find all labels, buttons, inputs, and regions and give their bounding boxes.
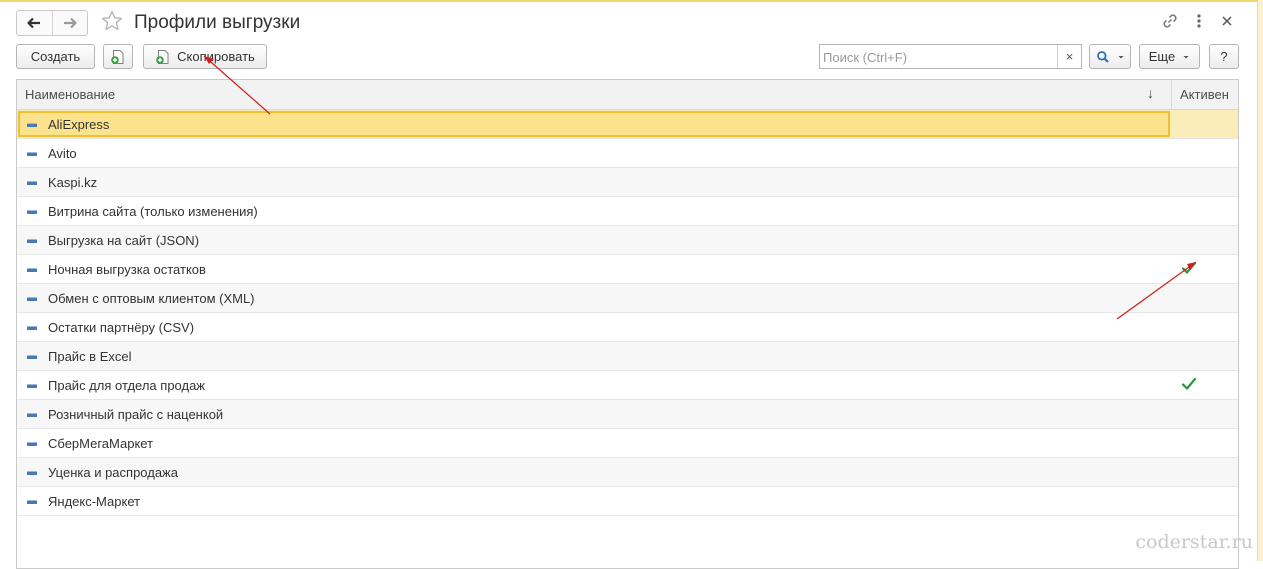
annotation-arrow <box>1116 261 1197 320</box>
annotation-overlay <box>203 55 1197 320</box>
annotation-arrow <box>203 55 271 115</box>
